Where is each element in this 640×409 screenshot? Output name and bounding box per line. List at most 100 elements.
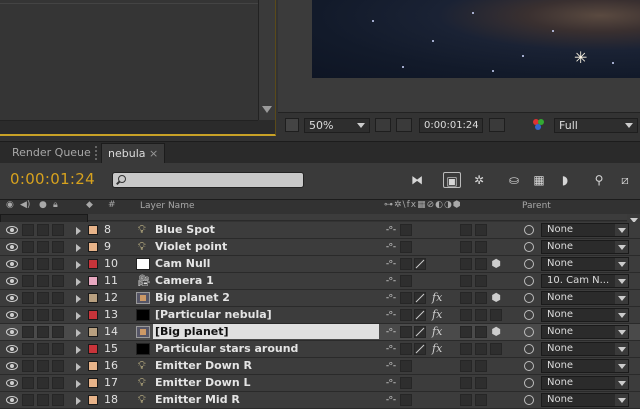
parent-pickwhip-icon[interactable] — [524, 310, 534, 320]
motion-blur-switch[interactable] — [475, 224, 487, 236]
resolution-select[interactable]: Full — [554, 118, 638, 133]
frame-blend-switch[interactable] — [460, 394, 472, 406]
solo-toggle[interactable] — [37, 377, 49, 389]
lock-toggle[interactable] — [52, 377, 64, 389]
lock-toggle[interactable] — [52, 241, 64, 253]
collapse-switch[interactable] — [400, 258, 412, 270]
parent-pickwhip-icon[interactable] — [524, 259, 534, 269]
label-color-swatch[interactable] — [88, 378, 98, 388]
motion-blur-switch[interactable] — [475, 394, 487, 406]
table-row[interactable]: 14 [Big planet] -ᵒ-fx ⬢ None — [0, 324, 640, 341]
expand-triangle-icon[interactable] — [76, 227, 81, 235]
audio-toggle[interactable] — [22, 275, 34, 287]
shy-switch-icon[interactable]: -ᵒ- — [384, 361, 398, 371]
shy-switch-icon[interactable]: -ᵒ- — [384, 242, 398, 252]
solo-toggle[interactable] — [37, 224, 49, 236]
collapse-switch[interactable] — [400, 326, 412, 338]
viewer-timecode[interactable]: 0:00:01:24 — [419, 118, 483, 133]
tab-nebula[interactable]: nebula × — [101, 143, 166, 164]
label-color-swatch[interactable] — [88, 293, 98, 303]
layer-name[interactable]: [Big planet] — [153, 324, 379, 339]
expand-triangle-icon[interactable] — [76, 380, 81, 388]
show-snapshot-icon[interactable] — [511, 118, 525, 132]
layer-name[interactable]: Emitter Down R — [155, 358, 252, 374]
snapshot-camera-icon[interactable] — [489, 118, 505, 132]
parent-select[interactable]: None — [541, 291, 629, 305]
draft-3d-icon[interactable]: ✲ — [470, 172, 488, 188]
layer-name[interactable]: Particular stars around — [155, 341, 298, 357]
lock-icon[interactable]: 🔒︎ — [53, 200, 58, 210]
lock-toggle[interactable] — [52, 275, 64, 287]
parent-pickwhip-icon[interactable] — [524, 344, 534, 354]
expand-triangle-icon[interactable] — [76, 244, 81, 252]
solo-toggle[interactable] — [37, 360, 49, 372]
expand-triangle-icon[interactable] — [76, 397, 81, 405]
table-row[interactable]: 12 Big planet 2 -ᵒ-fx ⬢ None — [0, 290, 640, 307]
parent-select[interactable]: None — [541, 359, 629, 373]
tab-close-icon[interactable]: × — [149, 147, 158, 160]
parent-pickwhip-icon[interactable] — [524, 361, 534, 371]
frame-blend-switch[interactable] — [460, 292, 472, 304]
table-row[interactable]: 17 💡︎ Emitter Down L -ᵒ- None — [0, 375, 640, 392]
solo-toggle[interactable] — [37, 309, 49, 321]
hide-shy-layers-icon[interactable]: ⛀ — [505, 172, 523, 188]
label-color-swatch[interactable] — [88, 310, 98, 320]
label-color-swatch[interactable] — [88, 344, 98, 354]
scroll-down-arrow-icon[interactable] — [262, 106, 272, 113]
motion-blur-switch[interactable] — [475, 343, 487, 355]
motion-blur-icon[interactable]: ◗ — [556, 172, 574, 188]
visibility-eye-icon[interactable] — [6, 294, 18, 302]
layer-name[interactable]: Camera 1 — [155, 273, 214, 289]
effects-fx-icon[interactable]: fx — [432, 290, 442, 306]
layer-name[interactable]: Big planet 2 — [155, 290, 230, 306]
lock-toggle[interactable] — [52, 394, 64, 406]
table-row[interactable]: 9 💡︎ Violet point -ᵒ- None — [0, 239, 640, 256]
frame-blend-switch[interactable] — [460, 360, 472, 372]
table-row[interactable]: 10 Cam Null -ᵒ- ⬢ None — [0, 256, 640, 273]
solo-toggle[interactable] — [37, 292, 49, 304]
frame-blend-switch[interactable] — [460, 326, 472, 338]
lock-toggle[interactable] — [52, 360, 64, 372]
lock-toggle[interactable] — [52, 258, 64, 270]
always-preview-icon[interactable] — [285, 118, 299, 132]
audio-toggle[interactable] — [22, 360, 34, 372]
audio-toggle[interactable] — [22, 343, 34, 355]
collapse-switch[interactable] — [400, 292, 412, 304]
fit-region-icon[interactable] — [375, 118, 391, 132]
audio-toggle[interactable] — [22, 241, 34, 253]
collapse-switch[interactable] — [400, 309, 412, 321]
effects-fx-icon[interactable]: fx — [432, 341, 442, 357]
visibility-eye-icon[interactable] — [6, 277, 18, 285]
lock-toggle[interactable] — [52, 309, 64, 321]
visibility-eye-icon[interactable] — [6, 396, 18, 404]
collapse-switch[interactable] — [400, 224, 412, 236]
table-row[interactable]: 18 💡︎ Emitter Mid R -ᵒ- None — [0, 392, 640, 409]
shy-switch-icon[interactable]: -ᵒ- — [384, 310, 398, 320]
solo-toggle[interactable] — [37, 394, 49, 406]
solo-toggle[interactable] — [37, 241, 49, 253]
table-row[interactable]: 15 Particular stars around -ᵒ-fx None — [0, 341, 640, 358]
parent-pickwhip-icon[interactable] — [524, 327, 534, 337]
table-row[interactable]: 13 [Particular nebula] -ᵒ-fx None — [0, 307, 640, 324]
solo-toggle[interactable] — [37, 343, 49, 355]
audio-toggle[interactable] — [22, 292, 34, 304]
label-color-swatch[interactable] — [88, 225, 98, 235]
3d-layer-cube-icon[interactable]: ⬢ — [490, 292, 502, 304]
expand-triangle-icon[interactable] — [76, 329, 81, 337]
expand-triangle-icon[interactable] — [76, 346, 81, 354]
visibility-eye-icon[interactable] — [6, 362, 18, 370]
expand-triangle-icon[interactable] — [76, 261, 81, 269]
audio-toggle[interactable] — [22, 394, 34, 406]
frame-blend-switch[interactable] — [460, 309, 472, 321]
brainstorm-icon[interactable]: ⧄ — [616, 172, 634, 188]
lock-toggle[interactable] — [52, 343, 64, 355]
parent-select[interactable]: 10. Cam N... — [541, 274, 629, 288]
layer-name[interactable]: Violet point — [155, 239, 227, 255]
shy-switch-icon[interactable]: -ᵒ- — [384, 327, 398, 337]
motion-blur-switch[interactable] — [475, 360, 487, 372]
parent-select[interactable]: None — [541, 342, 629, 356]
frame-blend-switch[interactable] — [460, 241, 472, 253]
collapse-switch[interactable] — [400, 275, 412, 287]
3d-layer-cube-icon[interactable]: ⬢ — [490, 258, 502, 270]
project-panel-scrollbar[interactable] — [258, 0, 275, 120]
